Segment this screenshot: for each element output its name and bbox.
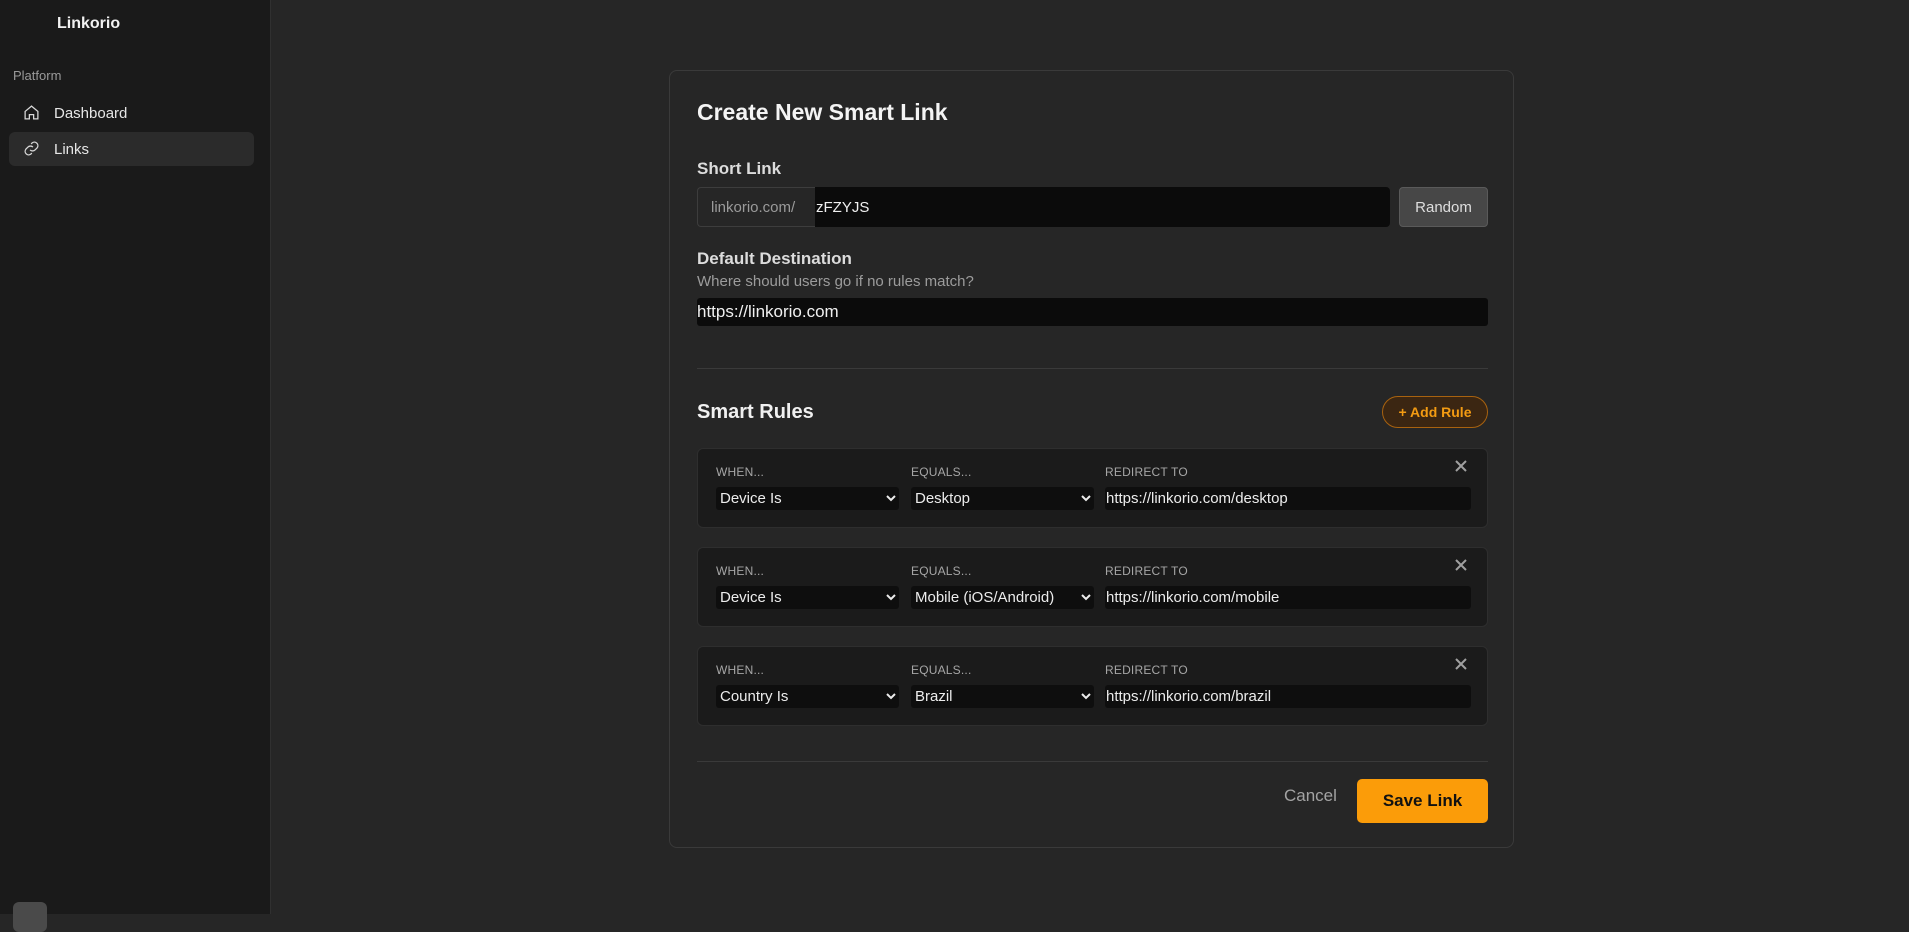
divider [697,368,1488,369]
sidebar-item-label: Links [54,140,90,158]
rule-row: WHEN... EQUALS... REDIRECT TO Country Is… [697,646,1488,726]
home-icon [23,104,41,122]
when-select[interactable]: Country Is [716,685,899,708]
sidebar-item-dashboard[interactable]: Dashboard [9,96,254,130]
close-icon[interactable] [1452,655,1470,673]
short-link-label: Short Link [697,159,782,178]
redirect-label: REDIRECT TO [1105,564,1188,578]
redirect-label: REDIRECT TO [1105,663,1188,677]
equals-label: EQUALS... [911,465,972,479]
when-label: WHEN... [716,663,765,677]
short-link-input[interactable] [815,187,1390,227]
rule-row: WHEN... EQUALS... REDIRECT TO Device Is … [697,547,1488,627]
when-label: WHEN... [716,564,765,578]
equals-select[interactable]: Brazil [911,685,1094,708]
save-link-button[interactable]: Save Link [1357,779,1488,823]
close-icon[interactable] [1452,556,1470,574]
rule-row: WHEN... EQUALS... REDIRECT TO Device Is … [697,448,1488,528]
redirect-label: REDIRECT TO [1105,465,1188,479]
close-icon[interactable] [1452,457,1470,475]
redirect-input[interactable] [1105,586,1471,609]
avatar[interactable] [13,902,47,932]
sidebar: Linkorio Platform Dashboard Links [0,0,271,932]
equals-select[interactable]: Desktop [911,487,1094,510]
sidebar-item-links[interactable]: Links [9,132,254,166]
default-destination-label: Default Destination [697,249,852,268]
sidebar-section-label: Platform [13,68,62,83]
equals-label: EQUALS... [911,663,972,677]
brand-name[interactable]: Linkorio [57,15,120,33]
redirect-input[interactable] [1105,487,1471,510]
page-title: Create New Smart Link [697,99,948,125]
equals-select[interactable]: Mobile (iOS/Android) [911,586,1094,609]
create-link-form: Create New Smart Link Short Link linkori… [669,70,1514,848]
short-link-prefix: linkorio.com/ [697,187,815,227]
divider [697,761,1488,762]
random-button[interactable]: Random [1399,187,1488,227]
add-rule-button[interactable]: + Add Rule [1382,396,1488,428]
redirect-input[interactable] [1105,685,1471,708]
default-destination-input[interactable] [697,298,1488,326]
when-select[interactable]: Device Is [716,487,899,510]
smart-rules-title: Smart Rules [697,401,814,423]
default-destination-helper: Where should users go if no rules match? [697,273,974,290]
sidebar-item-label: Dashboard [54,104,128,122]
link-icon [23,140,41,158]
when-select[interactable]: Device Is [716,586,899,609]
when-label: WHEN... [716,465,765,479]
cancel-button[interactable]: Cancel [1278,781,1342,811]
equals-label: EQUALS... [911,564,972,578]
